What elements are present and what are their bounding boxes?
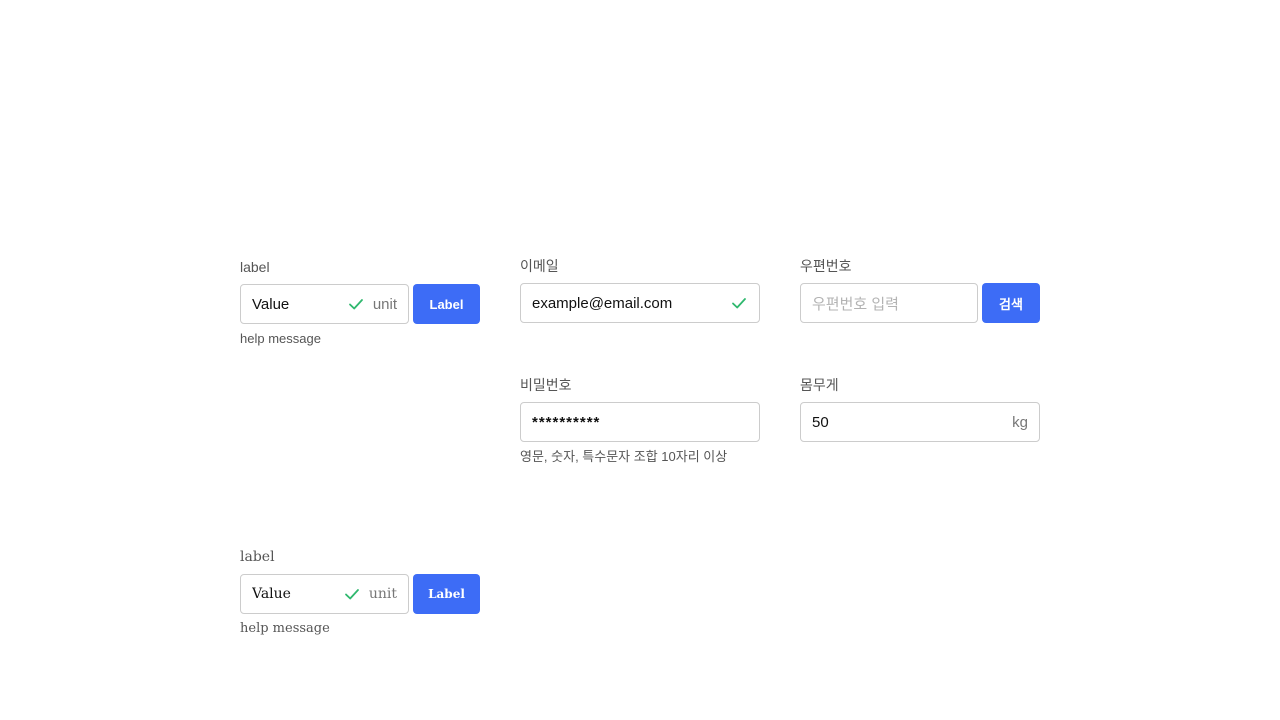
weight-row: 50 kg: [800, 402, 1040, 442]
field-top-button[interactable]: Label: [413, 284, 480, 324]
weight-field-group: 몸무게 50 kg: [800, 376, 1040, 442]
weight-input[interactable]: 50 kg: [800, 402, 1040, 442]
field-bottom-unit: unit: [368, 586, 397, 602]
postcode-field-group: 우편번호 우편번호 입력 검색: [800, 257, 1040, 323]
password-label: 비밀번호: [520, 377, 572, 393]
field-bottom-button[interactable]: Label: [413, 574, 480, 614]
field-top-input[interactable]: Value unit: [240, 284, 409, 324]
password-field-group: 비밀번호 ********** 영문, 숫자, 특수문자 조합 10자리 이상: [520, 376, 760, 466]
field-top: label Value unit Label help message: [240, 258, 480, 348]
password-field[interactable]: **********: [520, 402, 760, 442]
weight-value: 50: [812, 413, 829, 431]
field-top-label: label: [240, 259, 270, 275]
field-bottom-label: label: [240, 549, 275, 565]
check-icon: [344, 589, 359, 600]
email-label: 이메일: [520, 258, 559, 274]
field-top-unit: unit: [372, 295, 397, 313]
password-value: **********: [532, 413, 601, 431]
field-bottom-row: Value unit Label: [240, 574, 480, 614]
field-bottom-value: Value: [252, 586, 291, 602]
weight-label: 몸무게: [800, 377, 839, 393]
check-icon: [732, 298, 746, 309]
field-top-help: help message: [240, 331, 321, 346]
email-field[interactable]: example@email.com: [520, 283, 760, 323]
email-field-group: 이메일 example@email.com: [520, 257, 760, 323]
password-row: **********: [520, 402, 760, 442]
postcode-search-button[interactable]: 검색: [982, 283, 1040, 323]
field-bottom-help: help message: [240, 621, 330, 636]
field-bottom-input[interactable]: Value unit: [240, 574, 409, 614]
password-help: 영문, 숫자, 특수문자 조합 10자리 이상: [520, 449, 728, 464]
weight-unit: kg: [1012, 413, 1028, 431]
field-top-value: Value: [252, 295, 290, 313]
field-bottom: label Value unit Label help message: [240, 548, 480, 638]
email-row: example@email.com: [520, 283, 760, 323]
postcode-row: 우편번호 입력 검색: [800, 283, 1040, 323]
postcode-label: 우편번호: [800, 258, 852, 274]
email-value: example@email.com: [532, 294, 673, 312]
check-icon: [348, 299, 363, 310]
postcode-placeholder: 우편번호 입력: [812, 295, 899, 313]
field-top-row: Value unit Label: [240, 284, 480, 324]
postcode-input[interactable]: 우편번호 입력: [800, 283, 978, 323]
